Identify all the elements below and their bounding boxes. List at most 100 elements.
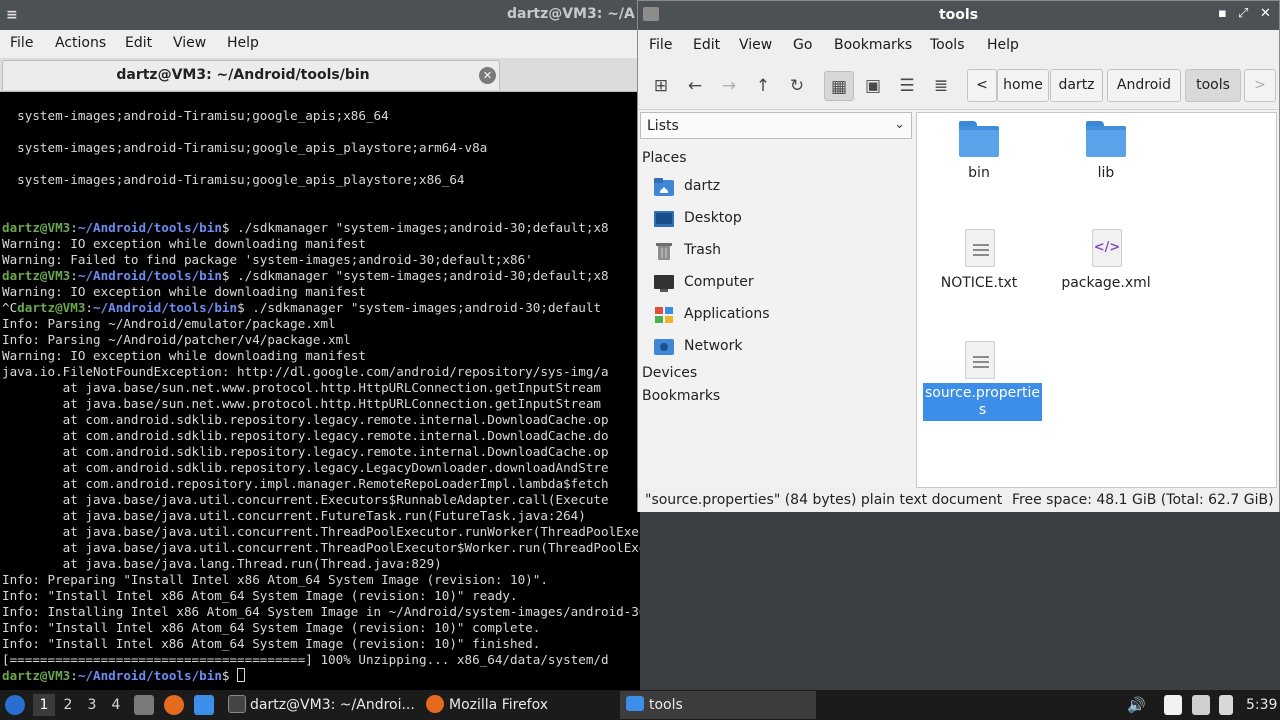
fm-menu-tools[interactable]: Tools [930, 37, 965, 53]
terminal-menubar: File Actions Edit View Help [0, 30, 640, 58]
side-pane-mode-select[interactable]: Lists ⌄ [640, 112, 912, 139]
task-terminal[interactable]: dartz@VM3: ~/Androi... [222, 691, 418, 719]
minimize-icon[interactable]: ▪ [1218, 6, 1227, 21]
workspace-3[interactable]: 3 [81, 694, 103, 716]
terminal-menu-view[interactable]: View [173, 35, 206, 51]
place-trash[interactable]: Trash [654, 239, 904, 263]
fm-menu-view[interactable]: View [739, 37, 772, 53]
side-pane-mode-label: Lists [647, 118, 679, 134]
bookmarks-heading[interactable]: Bookmarks [642, 388, 720, 404]
breadcrumb-dartz[interactable]: dartz [1050, 69, 1103, 102]
file-item-label: bin [968, 165, 990, 181]
prompt-user: dartz@VM3 [2, 668, 71, 683]
terminal-prompt-line: dartz@VM3:~/Android/tools/bin$ ./sdkmana… [2, 268, 609, 284]
workspace-1[interactable]: 1 [33, 694, 55, 716]
clipboard-icon[interactable] [1164, 695, 1182, 715]
compact-view-icon[interactable]: ☰ [892, 71, 922, 101]
file-item-notice[interactable]: NOTICE.txt [919, 223, 1039, 303]
breadcrumb-home[interactable]: home [997, 69, 1049, 102]
place-desktop[interactable]: Desktop [654, 207, 904, 231]
prompt-dir: ~/Android/tools/bin [77, 268, 222, 283]
place-label: Computer [684, 274, 754, 290]
prompt-user: dartz@VM3 [17, 300, 86, 315]
folder-icon [1086, 121, 1126, 157]
fm-menu-edit[interactable]: Edit [693, 37, 720, 53]
close-icon[interactable]: ✕ [1260, 6, 1271, 21]
prompt-end: $ [221, 668, 230, 683]
terminal-line: Warning: IO exception while downloading … [2, 284, 366, 299]
file-item-lib[interactable]: lib [1046, 113, 1166, 193]
prompt-end: $ [221, 220, 230, 235]
places-heading[interactable]: Places [642, 150, 687, 166]
breadcrumb-android[interactable]: Android [1107, 69, 1181, 102]
file-manager-titlebar[interactable]: tools ▪ ⤢ ✕ [638, 1, 1279, 30]
text-file-icon [965, 341, 995, 379]
file-item-package-xml[interactable]: </> package.xml [1046, 223, 1166, 303]
maximize-icon[interactable]: ⤢ [1238, 6, 1248, 21]
show-desktop-icon[interactable] [134, 695, 154, 715]
list-view-icon[interactable]: ≣ [926, 71, 956, 101]
terminal-window: ≡ dartz@VM3: ~/A File Actions Edit View … [0, 0, 640, 690]
prompt-dir: ~/Android/tools/bin [77, 220, 222, 235]
workspace-2[interactable]: 2 [57, 694, 79, 716]
task-file-manager[interactable]: tools [620, 691, 816, 719]
terminal-output[interactable]: system-images;android-Tiramisu;google_ap… [0, 93, 640, 689]
terminal-titlebar[interactable]: ≡ dartz@VM3: ~/A [0, 0, 640, 30]
folder-icon [959, 121, 999, 157]
terminal-menu-actions[interactable]: Actions [55, 35, 106, 51]
terminal-line: at com.android.sdklib.repository.legacy.… [2, 444, 609, 459]
terminal-line: system-images;android-Tiramisu;google_ap… [2, 108, 389, 123]
firefox-launcher-icon[interactable] [164, 695, 184, 715]
place-computer[interactable]: Computer [654, 271, 904, 295]
terminal-tab[interactable]: dartz@VM3: ~/Android/tools/bin ✕ [2, 60, 500, 90]
start-menu-icon[interactable] [5, 695, 25, 715]
breadcrumb-tools[interactable]: tools [1185, 69, 1241, 102]
fm-menu-file[interactable]: File [649, 37, 672, 53]
file-item-bin[interactable]: bin [919, 113, 1039, 193]
terminal-line: at java.base/sun.net.www.protocol.http.H… [2, 380, 601, 395]
forward-icon[interactable]: → [714, 71, 744, 101]
prompt-user: dartz@VM3 [2, 268, 71, 283]
terminal-line: Warning: IO exception while downloading … [2, 236, 366, 251]
terminal-prompt-line: dartz@VM3:~/Android/tools/bin$ [2, 668, 246, 684]
task-label: tools [649, 697, 683, 713]
folder-icon [626, 696, 644, 711]
file-item-source-properties[interactable]: source.propertie s [919, 335, 1042, 425]
prompt-user: dartz@VM3 [2, 220, 71, 235]
breadcrumb-scroll-left[interactable]: < [967, 69, 997, 102]
window-menu-icon[interactable]: ≡ [6, 7, 22, 23]
back-icon[interactable]: ← [680, 71, 710, 101]
fm-menu-bookmarks[interactable]: Bookmarks [834, 37, 912, 53]
thumbnail-view-icon[interactable]: ▣ [858, 71, 888, 101]
clock[interactable]: 5:39 [1246, 690, 1277, 720]
terminal-menu-file[interactable]: File [10, 35, 33, 51]
place-network[interactable]: Network [654, 335, 904, 359]
task-firefox[interactable]: Mozilla Firefox [420, 691, 616, 719]
terminal-tab-title: dartz@VM3: ~/Android/tools/bin [116, 67, 370, 83]
trash-icon [654, 242, 674, 260]
place-label: Applications [684, 306, 770, 322]
selected-file-label: source.propertie s [923, 383, 1042, 421]
lock-icon[interactable] [1219, 695, 1233, 715]
fm-menu-go[interactable]: Go [793, 37, 812, 53]
icon-view-icon[interactable]: ▦ [824, 71, 854, 101]
fm-menu-help[interactable]: Help [987, 37, 1019, 53]
place-applications[interactable]: Applications [654, 303, 904, 327]
screen-icon[interactable] [1192, 695, 1210, 715]
prompt-end: $ [237, 300, 245, 315]
devices-heading[interactable]: Devices [642, 365, 697, 381]
workspace-4[interactable]: 4 [105, 694, 127, 716]
place-home[interactable]: dartz [654, 175, 904, 199]
file-view[interactable]: bin lib NOTICE.txt </> package.xml sourc… [916, 112, 1277, 488]
close-tab-icon[interactable]: ✕ [479, 67, 496, 84]
file-manager-launcher-icon[interactable] [194, 695, 214, 715]
up-icon[interactable]: ↑ [748, 71, 778, 101]
place-label: Network [684, 338, 743, 354]
breadcrumb-scroll-right[interactable]: > [1244, 69, 1276, 102]
terminal-menu-edit[interactable]: Edit [125, 35, 152, 51]
volume-icon[interactable]: 🔊 [1127, 695, 1146, 715]
terminal-line: Warning: Failed to find package 'system-… [2, 252, 533, 267]
terminal-menu-help[interactable]: Help [227, 35, 259, 51]
reload-icon[interactable]: ↻ [782, 71, 812, 101]
new-tab-icon[interactable]: ⊞ [646, 71, 676, 101]
